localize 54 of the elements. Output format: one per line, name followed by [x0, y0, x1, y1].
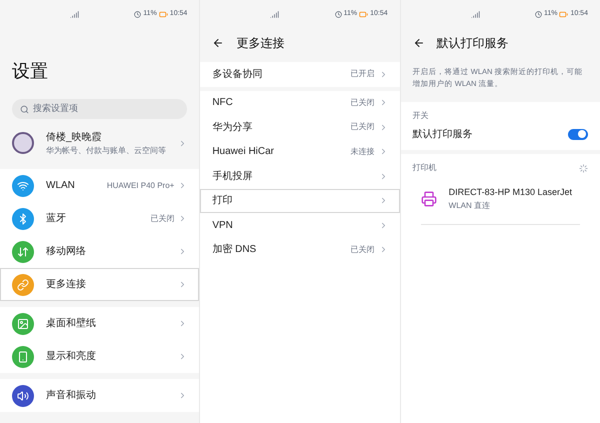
row-value: 未连接 [350, 146, 375, 158]
row-label: Huawei HiCar [212, 145, 274, 160]
search-field[interactable]: 搜索设置项 [12, 99, 188, 119]
profile-subtitle: 华为帐号、付款与账单、云空间等 [46, 144, 166, 156]
row-label: 加密 DNS [212, 242, 256, 258]
row-label: 显示和亮度 [46, 350, 96, 364]
page-title: 更多连接 [236, 35, 284, 52]
alarm-icon [534, 10, 542, 18]
search-placeholder: 搜索设置项 [33, 102, 78, 116]
back-icon[interactable] [412, 37, 425, 49]
printer-row[interactable]: DIRECT-83-HP M130 LaserJet WLAN 直连 [420, 174, 580, 224]
back-icon[interactable] [212, 37, 224, 49]
section-header: 开关 [412, 110, 430, 122]
settings-row[interactable]: 打印 [200, 188, 400, 213]
settings-row[interactable]: 更多连接 [0, 268, 200, 301]
row-value: 已关闭 [350, 121, 375, 134]
row-value: HUAWEI P40 Pro+ [106, 180, 174, 192]
alarm-icon [334, 10, 342, 18]
row-label: 蓝牙 [46, 212, 66, 226]
row-label: WLAN [46, 179, 75, 193]
battery-icon [158, 10, 168, 18]
signal-icon [470, 10, 480, 18]
page-title: 默认打印服务 [436, 35, 509, 52]
row-value: 已关闭 [350, 96, 375, 109]
row-label: 华为分享 [212, 120, 252, 135]
row-label: 声音和振动 [46, 388, 96, 403]
search-icon [20, 104, 29, 114]
alarm-icon [134, 10, 142, 18]
page-title: 设置 [11, 60, 49, 83]
profile-row[interactable]: 倚楼_映晚霞 华为帐号、付款与账单、云空间等 [0, 123, 200, 163]
battery-icon [559, 10, 568, 18]
printer-name: DIRECT-83-HP M130 LaserJet [448, 186, 572, 199]
signal-icon [270, 10, 280, 18]
loading-spinner-icon [578, 164, 588, 172]
row-label: 移动网络 [46, 245, 86, 259]
printer-icon [420, 190, 437, 207]
battery-icon [359, 10, 368, 18]
row-label: 多设备协同 [212, 68, 262, 82]
row-value: 已关闭 [150, 212, 174, 224]
row-label: VPN [212, 218, 233, 233]
row-label: 打印 [212, 194, 232, 208]
row-label: 更多连接 [46, 278, 86, 292]
row-value: 已开启 [350, 68, 375, 80]
row-value: 已关闭 [350, 244, 375, 256]
row-label: NFC [212, 96, 233, 110]
avatar [12, 132, 34, 154]
signal-icon [70, 10, 79, 18]
profile-name: 倚楼_映晚霞 [46, 130, 103, 144]
switch-label: 默认打印服务 [412, 128, 473, 142]
row-label: 桌面和壁纸 [46, 316, 96, 331]
row-label: 手机投屏 [212, 170, 252, 184]
toggle-switch[interactable] [568, 128, 588, 140]
section-header: 打印机 [412, 162, 437, 174]
printer-connection: WLAN 直连 [448, 200, 491, 212]
